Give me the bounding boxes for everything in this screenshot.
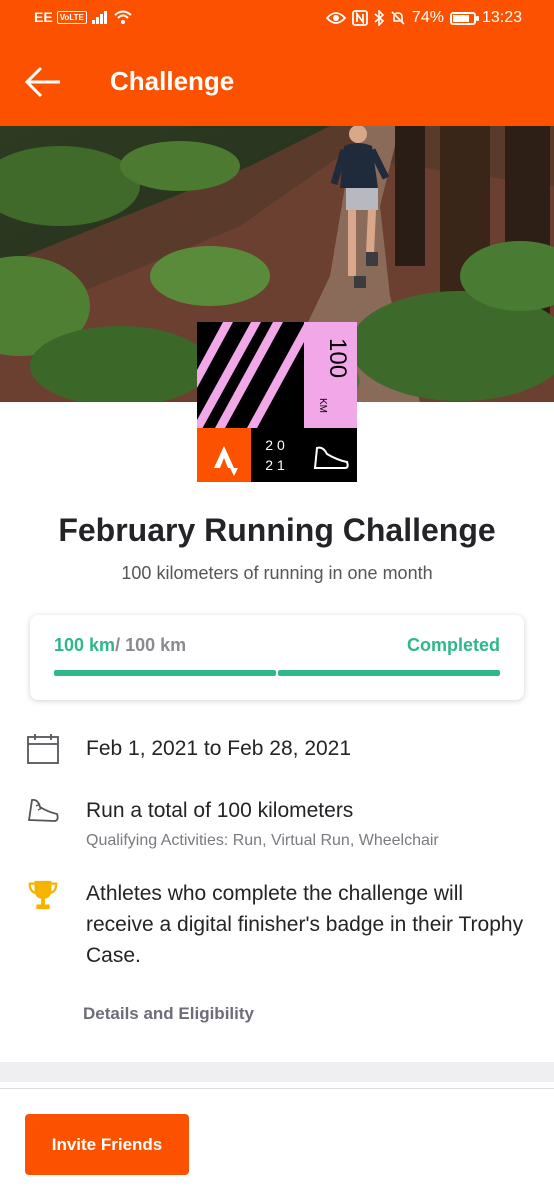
badge-year-bottom: 21: [265, 457, 289, 473]
progress-bar: [54, 670, 500, 676]
carrier-label: EE: [34, 9, 53, 25]
dates-row: Feb 1, 2021 to Feb 28, 2021: [0, 730, 554, 770]
back-button[interactable]: [22, 60, 66, 104]
goal-text: Run a total of 100 kilometers: [86, 799, 354, 822]
progress-card: 100 km/ 100 km Completed: [30, 615, 524, 700]
progress-status: Completed: [406, 635, 500, 655]
clock: 13:23: [481, 9, 522, 26]
battery-percent: 74%: [411, 9, 444, 26]
wifi-icon: [114, 10, 132, 24]
section-divider: [0, 1062, 554, 1082]
footer-divider: [0, 1088, 554, 1089]
bluetooth-icon: [374, 10, 384, 26]
signal-icon: [91, 11, 107, 24]
mute-bell-icon: [391, 11, 405, 25]
eye-icon: [325, 12, 346, 24]
progress-bar-segment: [278, 670, 500, 676]
nfc-icon: [352, 10, 368, 26]
qualifying-activities: Qualifying Activities: Run, Virtual Run,…: [86, 832, 439, 849]
progress-goal: / 100 km: [115, 635, 187, 655]
calendar-icon: [27, 734, 59, 764]
running-shoe-icon: [27, 798, 59, 822]
challenge-subtitle: 100 kilometers of running in one month: [121, 563, 433, 583]
badge-distance: 100: [324, 338, 351, 378]
progress-bar-segment: [54, 670, 276, 676]
app-bar: Challenge: [0, 38, 554, 126]
volte-badge: VoLTE: [56, 10, 87, 24]
challenge-dates: Feb 1, 2021 to Feb 28, 2021: [86, 737, 352, 760]
progress-current: 100 km: [54, 635, 116, 655]
page-title: Challenge: [110, 66, 235, 96]
challenge-badge: 100 KM 20 21: [197, 322, 357, 482]
status-bar-right: 74% 13:23: [325, 9, 522, 27]
battery-icon: [449, 11, 479, 25]
invite-friends-button[interactable]: Invite Friends: [25, 1114, 189, 1175]
back-arrow-icon: [24, 66, 60, 98]
challenge-title: February Running Challenge: [58, 512, 496, 548]
reward-row: Athletes who complete the challenge will…: [0, 876, 554, 976]
badge-year-top: 20: [265, 437, 289, 453]
details-eligibility-link[interactable]: Details and Eligibility: [83, 1004, 254, 1024]
progress-values: 100 km/ 100 km: [54, 635, 186, 656]
status-bar: EE VoLTE 74% 13:23: [0, 0, 554, 38]
badge-graphic: 100 KM 20 21: [197, 322, 357, 482]
trophy-icon: [28, 880, 58, 910]
status-bar-left: EE VoLTE: [34, 9, 133, 25]
reward-text: Athletes who complete the challenge will…: [86, 882, 524, 967]
goal-row: Run a total of 100 kilometers Qualifying…: [0, 792, 554, 852]
badge-unit: KM: [317, 398, 328, 413]
